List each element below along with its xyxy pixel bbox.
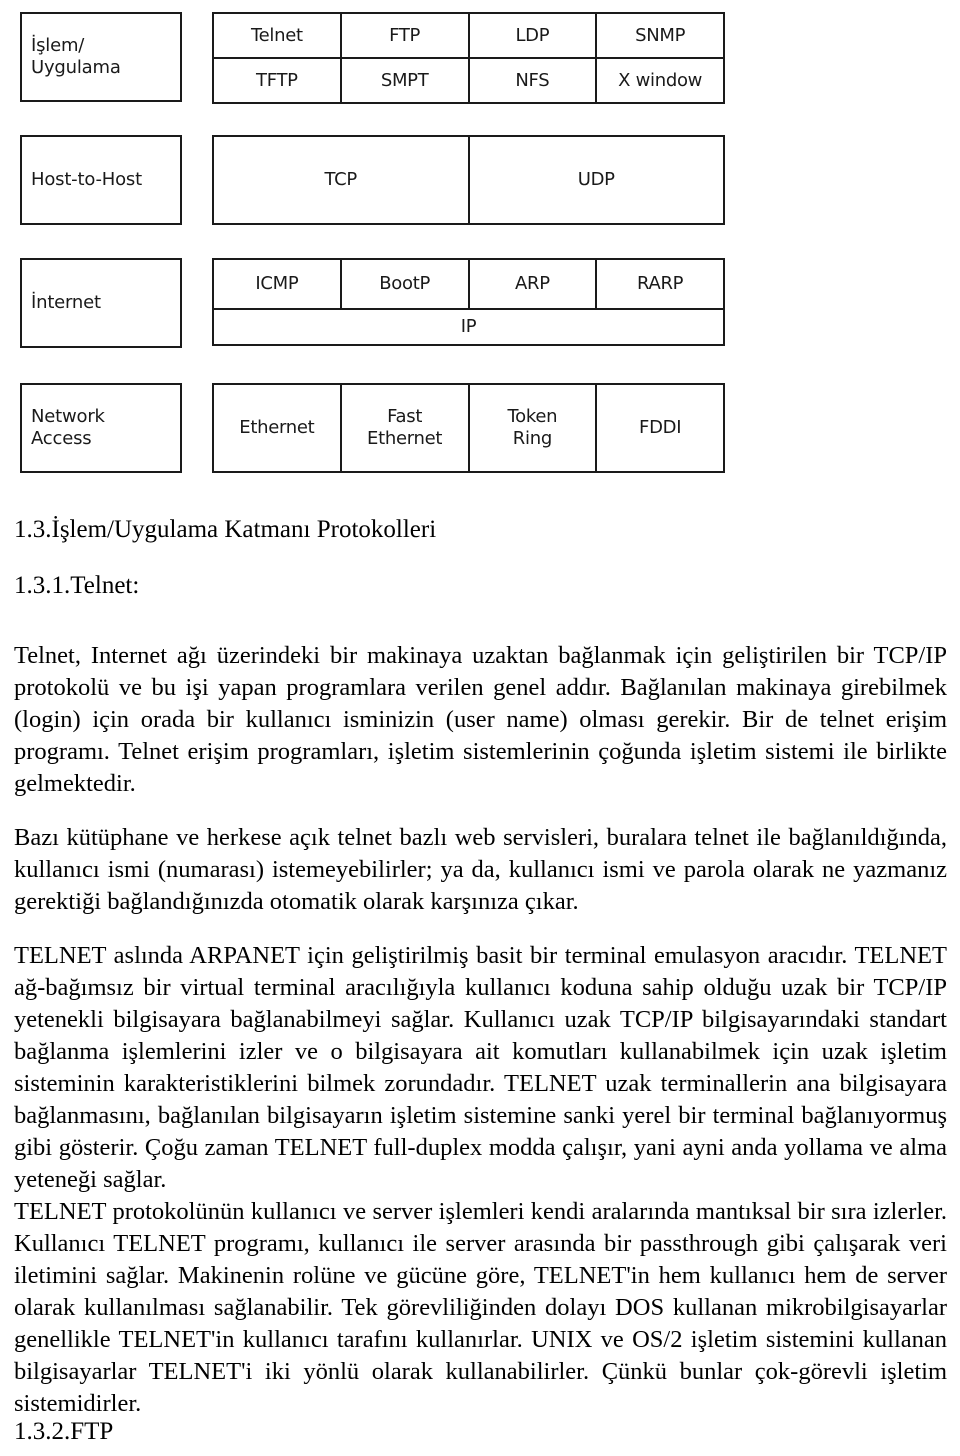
subsection-heading-ftp: 1.3.2.FTP — [14, 1418, 114, 1445]
layer-label-internet: İnternet — [20, 258, 182, 348]
protocol-cell-snmp: SNMP — [595, 14, 723, 57]
protocol-row: Telnet FTP LDP SNMP — [214, 14, 723, 57]
protocol-cell-telnet: Telnet — [250, 24, 303, 46]
protocol-cell-bootp: BootP — [339, 260, 468, 308]
subsection-heading-telnet: 1.3.1.Telnet: — [14, 572, 140, 599]
layer-label-host-to-host: Host-to-Host — [20, 135, 182, 225]
protocol-cell-rarp: RARP — [595, 260, 723, 308]
protocol-cell-nfs: NFS — [467, 59, 596, 102]
layer-label-network-access: Network Access — [20, 383, 182, 473]
protocol-cell-arp: ARP — [467, 260, 596, 308]
protocol-table-host-to-host: TCP UDP — [212, 135, 725, 225]
protocol-row: IP — [214, 308, 723, 344]
body-paragraph: Telnet, Internet ağı üzerindeki bir maki… — [14, 642, 947, 797]
protocol-cell-icmp: ICMP — [255, 273, 299, 295]
protocol-cell-ldp: LDP — [467, 14, 596, 57]
protocol-table-internet: ICMP BootP ARP RARP IP — [212, 258, 725, 346]
protocol-table-application: Telnet FTP LDP SNMP TFTP SMPT NFS X wind… — [212, 12, 725, 104]
protocol-row: TCP UDP — [214, 137, 723, 223]
protocol-cell-ip: IP — [460, 316, 477, 338]
protocol-cell-smpt: SMPT — [339, 59, 468, 102]
protocol-row: TFTP SMPT NFS X window — [214, 57, 723, 102]
body-paragraph: TELNET protokolünün kullanıcı ve server … — [14, 1198, 947, 1417]
protocol-cell-ftp: FTP — [339, 14, 468, 57]
section-heading: 1.3.İşlem/Uygulama Katmanı Protokolleri — [14, 516, 437, 543]
body-paragraph: Bazı kütüphane ve herkese açık telnet ba… — [14, 824, 947, 915]
body-paragraph: TELNET aslında ARPANET için geliştirilmi… — [14, 942, 947, 1193]
protocol-row: ICMP BootP ARP RARP — [214, 260, 723, 308]
tcpip-layer-diagram: İşlem/ Uygulama Telnet FTP LDP SNMP TFTP… — [0, 0, 960, 492]
protocol-cell-fddi: FDDI — [595, 385, 723, 471]
protocol-cell-token-ring: Token Ring — [467, 385, 596, 471]
layer-label-application: İşlem/ Uygulama — [20, 12, 182, 102]
protocol-table-network-access: Ethernet Fast Ethernet Token Ring FDDI — [212, 383, 725, 473]
protocol-cell-ethernet: Ethernet — [239, 417, 315, 439]
protocol-cell-fast-ethernet: Fast Ethernet — [339, 385, 468, 471]
protocol-cell-tcp: TCP — [324, 169, 358, 191]
protocol-cell-xwindow: X window — [595, 59, 723, 102]
protocol-row: Ethernet Fast Ethernet Token Ring FDDI — [214, 385, 723, 471]
protocol-cell-udp: UDP — [467, 137, 724, 223]
protocol-cell-tftp: TFTP — [256, 69, 298, 91]
